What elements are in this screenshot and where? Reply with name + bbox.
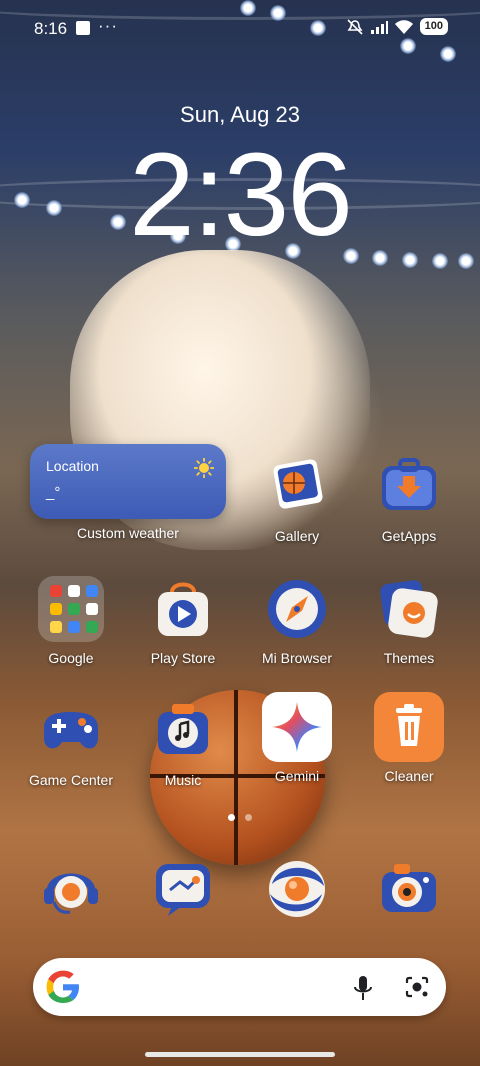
app-playstore[interactable]: Play Store xyxy=(133,576,233,666)
mibrowser-icon xyxy=(264,576,330,642)
wifi-icon xyxy=(394,19,413,34)
app-folder-google[interactable]: Google xyxy=(21,576,121,666)
status-time: 8:16 xyxy=(34,19,68,38)
app-label: Game Center xyxy=(28,772,114,788)
themes-icon xyxy=(376,576,442,642)
lock-clock[interactable]: 2:36 xyxy=(0,130,480,260)
app-gamecenter[interactable]: Game Center xyxy=(21,698,121,788)
microphone-icon[interactable] xyxy=(352,975,374,1001)
google-search-bar[interactable] xyxy=(33,958,446,1016)
dock-app-service[interactable] xyxy=(21,856,121,922)
app-themes[interactable]: Themes xyxy=(359,576,459,666)
headset-service-icon xyxy=(38,856,104,922)
gemini-icon xyxy=(262,692,332,762)
app-getapps[interactable]: GetApps xyxy=(359,454,459,544)
battery-icon: 100 xyxy=(419,18,448,35)
sun-icon xyxy=(194,458,214,478)
page-indicator xyxy=(0,808,480,826)
gesture-navigation-bar[interactable] xyxy=(145,1052,335,1057)
app-cleaner[interactable]: Cleaner xyxy=(359,692,459,784)
weather-widget[interactable]: Location _° xyxy=(30,444,226,519)
gamecenter-icon xyxy=(38,698,104,764)
gallery-icon xyxy=(264,454,330,520)
weather-widget-label: Custom weather xyxy=(77,525,179,541)
mute-icon xyxy=(347,18,363,35)
app-gallery[interactable]: Gallery xyxy=(247,454,347,544)
browser-orb-icon xyxy=(264,856,330,922)
lens-camera-icon[interactable] xyxy=(404,975,430,999)
app-label: Play Store xyxy=(150,650,216,666)
google-logo-icon xyxy=(46,970,79,1003)
folder-icon xyxy=(38,576,104,642)
weather-location: Location xyxy=(46,458,99,474)
app-label: Cleaner xyxy=(384,768,434,784)
getapps-icon xyxy=(376,454,442,520)
app-label: Google xyxy=(48,650,94,666)
app-label: GetApps xyxy=(381,528,437,544)
app-label: Music xyxy=(164,772,202,788)
app-label: Themes xyxy=(383,650,435,666)
app-gemini[interactable]: Gemini xyxy=(247,692,347,784)
dock-app-camera[interactable] xyxy=(359,856,459,922)
signal-icon xyxy=(370,20,388,34)
camera-icon xyxy=(376,856,442,922)
app-mibrowser[interactable]: Mi Browser xyxy=(247,576,347,666)
app-label: Gemini xyxy=(274,768,320,784)
weather-temperature: _° xyxy=(46,484,61,501)
chat-icon xyxy=(150,856,216,922)
lock-date: Sun, Aug 23 xyxy=(180,102,300,127)
app-label: Gallery xyxy=(274,528,320,544)
screenshot-icon xyxy=(76,21,90,35)
music-icon xyxy=(150,698,216,764)
more-icon: ··· xyxy=(98,16,118,35)
trash-icon xyxy=(374,692,444,762)
page-dot-active[interactable] xyxy=(228,814,235,821)
page-dot[interactable] xyxy=(245,814,252,821)
dock-app-messages[interactable] xyxy=(133,856,233,922)
app-label: Mi Browser xyxy=(261,650,332,666)
playstore-icon xyxy=(150,576,216,642)
status-bar: 8:16 ··· 100 xyxy=(0,0,480,56)
dock-app-browser[interactable] xyxy=(247,856,347,922)
app-music[interactable]: Music xyxy=(133,698,233,788)
